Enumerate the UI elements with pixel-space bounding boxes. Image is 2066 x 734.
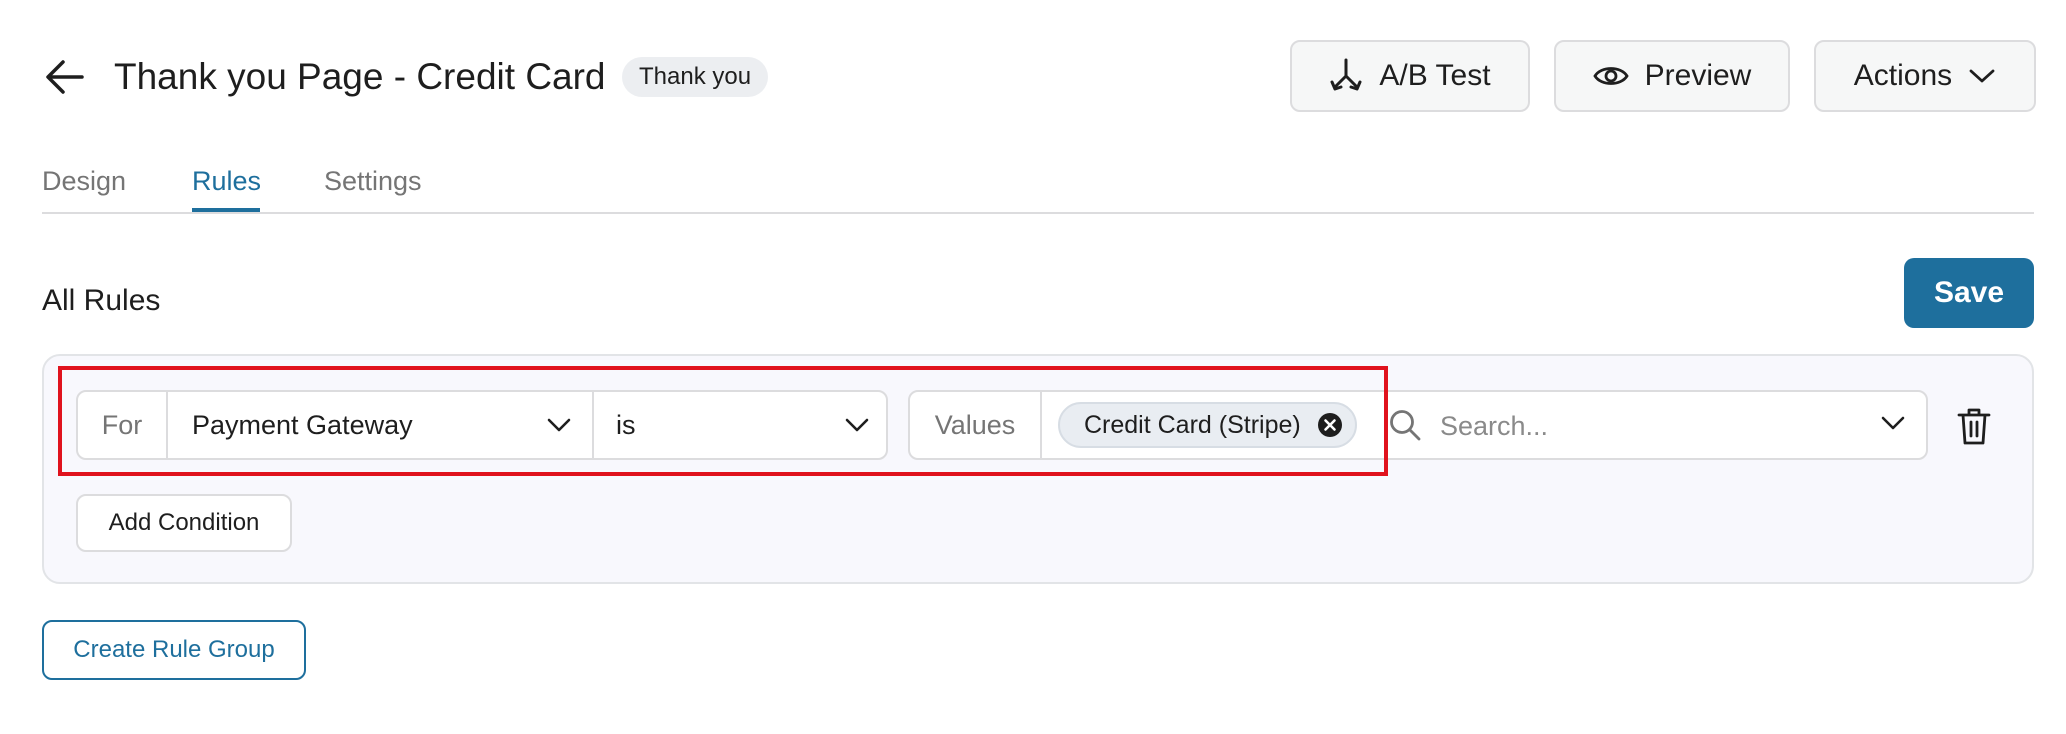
page-type-badge: Thank you	[622, 57, 769, 97]
trash-icon[interactable]	[1956, 406, 1992, 446]
values-divider	[1040, 392, 1042, 458]
split-arrows-icon	[1330, 58, 1362, 91]
active-tab-indicator	[192, 208, 260, 212]
field-divider	[166, 392, 168, 458]
back-arrow-icon[interactable]	[42, 54, 88, 100]
field-select[interactable]: Payment Gateway	[192, 392, 572, 458]
tab-rules[interactable]: Rules	[192, 164, 261, 198]
ab-test-button[interactable]: A/B Test	[1290, 40, 1530, 112]
selected-value-chip: Credit Card (Stripe)	[1058, 402, 1357, 448]
selected-value-label: Credit Card (Stripe)	[1084, 410, 1301, 439]
actions-dropdown-button[interactable]: Actions	[1814, 40, 2036, 112]
tab-design[interactable]: Design	[42, 164, 126, 198]
add-condition-button[interactable]: Add Condition	[76, 494, 292, 552]
chevron-down-icon	[1969, 69, 1995, 83]
save-button[interactable]: Save	[1904, 258, 2034, 328]
close-circle-icon[interactable]	[1317, 412, 1343, 438]
tabs-divider	[42, 212, 2034, 214]
preview-button[interactable]: Preview	[1554, 40, 1790, 112]
operator-select-value: is	[616, 409, 636, 440]
tab-settings[interactable]: Settings	[324, 164, 422, 198]
create-rule-group-button[interactable]: Create Rule Group	[42, 620, 306, 680]
page-title: Thank you Page - Credit Card	[114, 56, 606, 97]
search-icon	[1390, 410, 1421, 441]
values-label: Values	[934, 409, 1016, 440]
chevron-down-icon	[547, 418, 571, 432]
operator-divider	[592, 392, 594, 458]
chevron-down-icon[interactable]	[1878, 410, 1908, 436]
for-label: For	[101, 409, 143, 440]
values-search-input[interactable]	[1438, 396, 1872, 456]
preview-label: Preview	[1644, 59, 1752, 92]
rule-group-panel	[42, 354, 2034, 584]
eye-icon	[1593, 67, 1629, 85]
ab-test-label: A/B Test	[1379, 59, 1491, 92]
actions-label: Actions	[1853, 59, 1953, 92]
chevron-down-icon	[845, 418, 869, 432]
section-title: All Rules	[42, 284, 161, 317]
operator-select[interactable]: is	[616, 392, 870, 458]
field-select-value: Payment Gateway	[192, 409, 413, 440]
